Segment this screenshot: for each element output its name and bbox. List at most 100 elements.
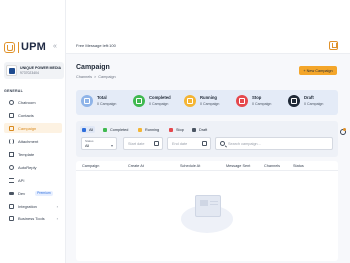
chevron-right-icon: ›: [56, 203, 58, 209]
integration-icon: [9, 203, 14, 209]
filter-chip-draft[interactable]: Draft: [190, 126, 209, 133]
breadcrumb-channels[interactable]: Channels: [76, 75, 92, 79]
organization-avatar: [6, 65, 17, 76]
sidebar-item-template[interactable]: Template: [4, 149, 62, 159]
sidebar-item-integration[interactable]: Integration ›: [4, 201, 62, 211]
column-header-channels[interactable]: Channels: [264, 164, 280, 168]
column-header-campaign[interactable]: Campaign: [82, 164, 99, 168]
sidebar-item-dev[interactable]: Dev Premium: [4, 188, 62, 198]
organization-name: UNIQUE POWER MEDIA: [20, 65, 62, 70]
sidebar-item-attachment[interactable]: Attachment: [4, 136, 62, 146]
campaign-table: Campaign Create At Schedule At Message S…: [76, 161, 338, 261]
sidebar: UPM « UNIQUE POWER MEDIA 9737023404 GENE…: [0, 0, 66, 263]
column-header-schedule-at[interactable]: Schedule At: [180, 164, 200, 168]
brand-name: UPM: [21, 41, 47, 53]
organization-card[interactable]: UNIQUE POWER MEDIA 9737023404: [4, 62, 64, 79]
completed-icon: [133, 95, 145, 107]
calendar-icon: [202, 141, 207, 146]
draft-icon: [288, 95, 300, 107]
draft-icon: [192, 127, 196, 132]
campaign-stats: Total 0 Campaign Completed 0 Campaign Ru…: [76, 90, 338, 115]
developer-icon: [9, 191, 14, 195]
search-placeholder: Search campaign...: [228, 142, 261, 146]
sidebar-item-label: Template: [18, 151, 35, 157]
page-title: Campaign: [76, 64, 110, 71]
breadcrumb-campaign: Campaign: [98, 75, 116, 79]
filter-chip-completed[interactable]: Completed: [101, 126, 130, 133]
end-date-placeholder: End date: [172, 142, 188, 146]
chevron-right-icon: ›: [56, 215, 58, 221]
sidebar-item-contacts[interactable]: Contacts: [4, 110, 62, 120]
upm-logo-icon: [4, 41, 15, 53]
end-date-field[interactable]: End date: [167, 137, 211, 150]
new-campaign-button[interactable]: + New Campaign: [299, 66, 337, 75]
sidebar-item-autoreply[interactable]: AutoReply: [4, 162, 62, 172]
total-icon: [81, 95, 93, 107]
api-icon: [9, 177, 14, 183]
stat-value: 0 Campaign: [97, 102, 117, 106]
top-bar: Free Message left:100: [66, 38, 350, 54]
settings-widget-icon[interactable]: [339, 128, 346, 135]
column-header-message-sent[interactable]: Message Sent: [226, 164, 250, 168]
sidebar-item-label: Dev: [18, 190, 26, 196]
stat-stop[interactable]: Stop 0 Campaign: [236, 95, 271, 107]
template-icon: [9, 151, 14, 157]
chip-label: Draft: [199, 127, 208, 132]
start-date-field[interactable]: Start date: [123, 137, 163, 150]
sidebar-item-label: Campaign: [18, 125, 37, 131]
contacts-icon: [9, 112, 14, 118]
stat-total[interactable]: Total 0 Campaign: [81, 95, 116, 107]
status-select[interactable]: Status All ▾: [81, 137, 117, 150]
sidebar-item-api[interactable]: API: [4, 175, 62, 185]
sidebar-item-label: Business Tools: [18, 215, 45, 221]
filter-chip-stop[interactable]: Stop: [167, 126, 186, 133]
stat-running[interactable]: Running 0 Campaign: [184, 95, 219, 107]
all-icon: [82, 127, 86, 132]
chat-icon: [9, 99, 14, 105]
stat-draft[interactable]: Draft 0 Campaign: [288, 95, 323, 107]
empty-document-icon: [195, 195, 221, 217]
business-tools-icon: [9, 215, 14, 221]
attachment-icon: [9, 138, 14, 144]
stat-value: 0 Campaign: [200, 102, 220, 106]
free-message-counter: Free Message left:100: [76, 43, 116, 48]
column-header-create-at[interactable]: Create At: [128, 164, 144, 168]
stat-completed[interactable]: Completed 0 Campaign: [133, 95, 171, 107]
completed-icon: [103, 127, 107, 132]
organization-phone: 9737023404: [20, 70, 39, 75]
column-header-status[interactable]: Status: [293, 164, 304, 168]
sidebar-item-business-tools[interactable]: Business Tools ›: [4, 213, 62, 223]
start-date-placeholder: Start date: [128, 142, 145, 146]
chevron-down-icon: ▾: [110, 143, 113, 148]
main-content: Campaign Channels > Campaign + New Campaig…: [66, 54, 350, 263]
premium-badge: Premium: [35, 190, 53, 196]
brand-logo[interactable]: UPM: [4, 41, 46, 53]
stat-value: 0 Campaign: [149, 102, 169, 106]
filter-chip-all[interactable]: All: [80, 126, 96, 133]
sidebar-item-campaign[interactable]: Campaign: [4, 123, 62, 133]
sidebar-item-label: Attachment: [18, 138, 39, 144]
breadcrumb-separator: >: [94, 75, 97, 79]
stop-icon: [169, 127, 173, 132]
filter-panel: All Completed Running Stop Draft Status …: [76, 121, 338, 157]
sidebar-item-label: API: [18, 177, 25, 183]
sidebar-item-label: AutoReply: [18, 164, 37, 170]
campaign-icon: [9, 125, 14, 131]
stat-value: 0 Campaign: [304, 102, 324, 106]
sidebar-item-label: Chatroom: [18, 99, 36, 105]
sidebar-section-label: GENERAL: [4, 89, 23, 93]
stat-value: 0 Campaign: [252, 102, 272, 106]
autoreply-icon: [9, 164, 14, 170]
chip-label: Stop: [176, 127, 184, 132]
empty-state-illustration: [181, 191, 233, 233]
breadcrumb: Channels > Campaign: [76, 75, 116, 79]
chip-label: Running: [145, 127, 160, 132]
status-caption: Status: [85, 139, 94, 143]
sidebar-item-chatroom[interactable]: Chatroom: [4, 97, 62, 107]
profile-icon[interactable]: [329, 41, 338, 50]
filter-chip-running[interactable]: Running: [136, 126, 161, 133]
search-input[interactable]: Search campaign...: [215, 137, 333, 150]
running-icon: [184, 95, 196, 107]
running-icon: [138, 127, 142, 132]
collapse-sidebar-icon[interactable]: «: [53, 43, 57, 50]
